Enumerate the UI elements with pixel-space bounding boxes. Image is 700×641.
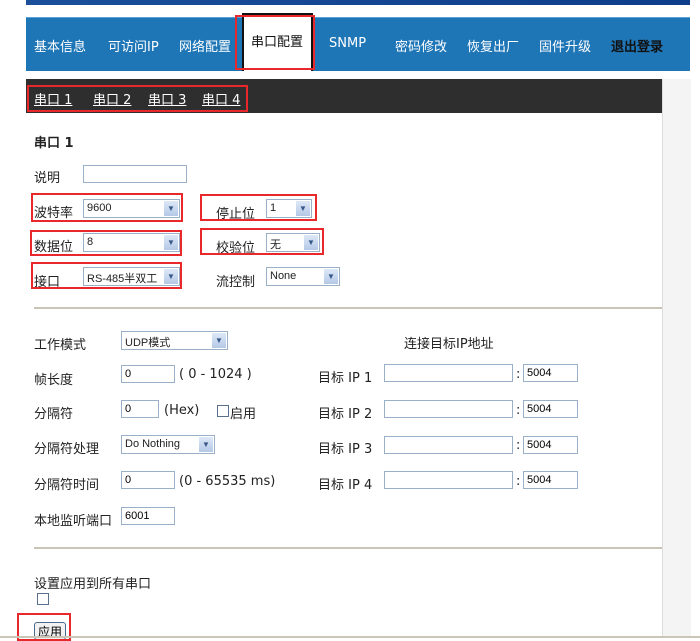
sep-proc-value: Do Nothing [125, 438, 181, 450]
target-ip-2-label: 目标 IP 2 [318, 407, 373, 422]
sep-enable-label: 启用 [230, 407, 257, 422]
top-banner [26, 0, 690, 5]
divider [34, 547, 662, 549]
target-title: 连接目标IP地址 [404, 337, 494, 352]
local-port-input[interactable] [121, 507, 175, 525]
chevron-down-icon: ▼ [199, 437, 213, 452]
apply-all-checkbox[interactable] [37, 593, 49, 605]
target-ip-4-input[interactable] [384, 471, 513, 489]
nav-password[interactable]: 密码修改 [395, 36, 447, 55]
section-title: 串口 1 [34, 136, 74, 151]
mode-select[interactable]: UDP模式 ▼ [121, 331, 228, 350]
nav-factory-reset[interactable]: 恢复出厂 [467, 36, 519, 55]
target-ip-4-label: 目标 IP 4 [318, 478, 373, 493]
sep-time-label: 分隔符时间 [34, 478, 100, 493]
flow-select[interactable]: None ▼ [266, 267, 340, 286]
colon: : [516, 367, 521, 382]
highlight-box [200, 194, 317, 221]
highlight-box [200, 228, 324, 255]
nav-firmware[interactable]: 固件升级 [539, 36, 591, 55]
flow-label: 流控制 [216, 275, 256, 290]
sep-proc-select[interactable]: Do Nothing ▼ [121, 435, 215, 454]
nav-access-ip[interactable]: 可访问IP [108, 36, 159, 55]
target-ip-3-input[interactable] [384, 436, 513, 454]
target-ip-1-input[interactable] [384, 364, 513, 382]
colon: : [516, 403, 521, 418]
colon: : [516, 438, 521, 453]
sep-time-input[interactable] [121, 471, 175, 489]
main-nav: 基本信息 可访问IP 网络配置 串口配置 SNMP 密码修改 恢复出厂 固件升级… [26, 13, 690, 71]
apply-all-label: 设置应用到所有串口 [34, 577, 152, 592]
chevron-down-icon: ▼ [324, 269, 338, 284]
desc-input[interactable] [83, 165, 187, 183]
divider [34, 307, 662, 309]
desc-label: 说明 [34, 171, 61, 186]
highlight-box [30, 230, 182, 256]
highlight-box [31, 193, 183, 222]
chevron-down-icon: ▼ [212, 333, 226, 348]
nav-basic-info[interactable]: 基本信息 [34, 36, 86, 55]
sep-proc-label: 分隔符处理 [34, 442, 100, 457]
scrollbar[interactable] [662, 79, 691, 638]
sep-label: 分隔符 [34, 407, 74, 422]
frame-range: ( 0 - 1024 ) [179, 367, 252, 382]
frame-label: 帧长度 [34, 373, 74, 388]
highlight-box [235, 15, 315, 70]
sep-enable-checkbox[interactable] [217, 405, 229, 417]
target-ip-2-input[interactable] [384, 400, 513, 418]
colon: : [516, 474, 521, 489]
local-port-label: 本地监听端口 [34, 514, 113, 529]
target-ip-3-label: 目标 IP 3 [318, 442, 373, 457]
flow-value: None [270, 270, 297, 282]
target-port-4-input[interactable] [523, 471, 578, 489]
target-port-3-input[interactable] [523, 436, 578, 454]
highlight-box [31, 262, 182, 289]
highlight-box [27, 85, 248, 112]
target-ip-1-label: 目标 IP 1 [318, 371, 373, 386]
frame-input[interactable] [121, 365, 175, 383]
nav-snmp[interactable]: SNMP [329, 36, 366, 51]
target-port-1-input[interactable] [523, 364, 578, 382]
nav-logout[interactable]: 退出登录 [611, 36, 663, 55]
target-port-2-input[interactable] [523, 400, 578, 418]
sep-unit: (Hex) [164, 403, 200, 418]
sep-time-range: (0 - 65535 ms) [179, 474, 276, 489]
nav-network[interactable]: 网络配置 [179, 36, 231, 55]
sep-input[interactable] [121, 400, 159, 418]
mode-label: 工作模式 [34, 338, 87, 353]
mode-value: UDP模式 [125, 337, 171, 349]
